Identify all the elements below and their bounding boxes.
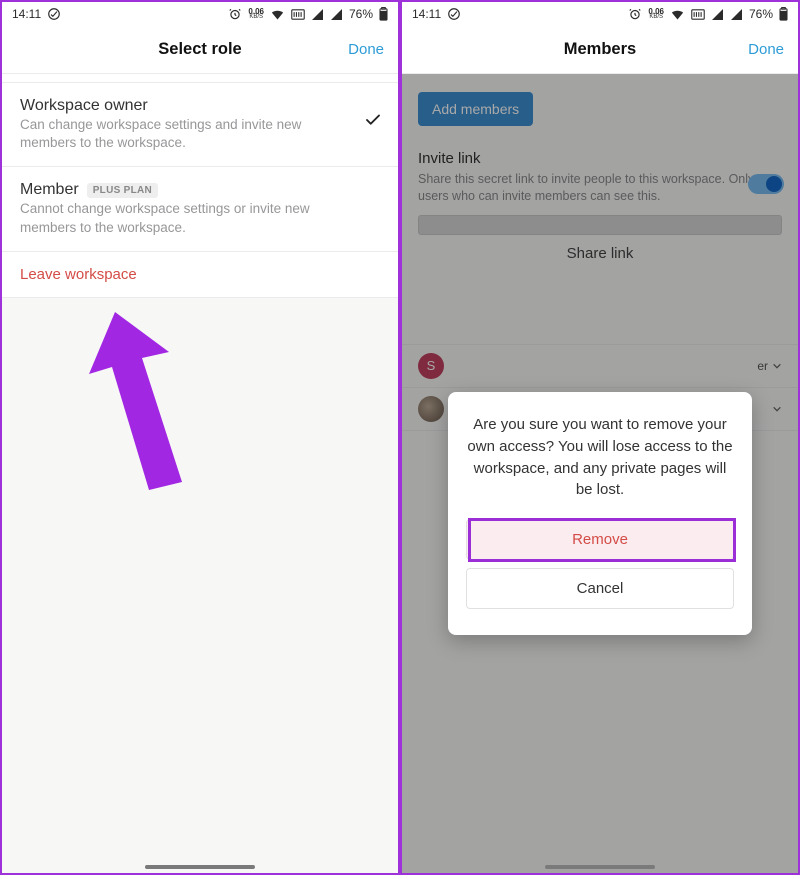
- plus-plan-badge: PLUS PLAN: [87, 183, 158, 198]
- wifi-icon: [670, 8, 685, 21]
- battery-text: 76%: [349, 7, 373, 21]
- battery-icon: [379, 7, 388, 21]
- signal-icon-1: [311, 9, 324, 20]
- status-bar: 14:11 0.06 KB/S: [402, 2, 798, 26]
- volte-icon: [691, 9, 705, 20]
- confirm-remove-dialog: Are you sure you want to remove your own…: [448, 392, 752, 635]
- alarm-icon: [228, 7, 242, 21]
- signal-icon-1: [711, 9, 724, 20]
- leave-workspace-button[interactable]: Leave workspace: [2, 252, 398, 298]
- page-title: Members: [564, 40, 636, 59]
- page-title: Select role: [158, 40, 241, 59]
- volte-icon: [291, 9, 305, 20]
- role-workspace-owner[interactable]: Workspace owner Can change workspace set…: [2, 82, 398, 167]
- network-speed: 0.06 KB/S: [648, 9, 664, 19]
- status-bar: 14:11 0.06 KB/S: [2, 2, 398, 26]
- header: Members Done: [402, 26, 798, 74]
- check-icon: [364, 111, 382, 134]
- cancel-button[interactable]: Cancel: [466, 568, 734, 609]
- role-description: Can change workspace settings and invite…: [20, 116, 382, 152]
- nav-handle[interactable]: [145, 865, 255, 869]
- battery-icon: [779, 7, 788, 21]
- dnd-icon: [447, 7, 461, 21]
- dnd-icon: [47, 7, 61, 21]
- battery-text: 76%: [749, 7, 773, 21]
- header: Select role Done: [2, 26, 398, 74]
- signal-icon-2: [730, 9, 743, 20]
- dialog-message: Are you sure you want to remove your own…: [466, 414, 734, 501]
- status-time: 14:11: [12, 7, 41, 21]
- role-member[interactable]: Member PLUS PLAN Cannot change workspace…: [2, 167, 398, 251]
- role-description: Cannot change workspace settings or invi…: [20, 200, 382, 236]
- phone-members: 14:11 0.06 KB/S: [400, 0, 800, 875]
- role-list: Workspace owner Can change workspace set…: [2, 74, 398, 873]
- phone-select-role: 14:11 0.06 KB/S: [0, 0, 400, 875]
- nav-handle[interactable]: [545, 865, 655, 869]
- remove-button[interactable]: Remove: [466, 519, 734, 560]
- done-button[interactable]: Done: [748, 41, 784, 58]
- role-title: Member: [20, 181, 79, 199]
- wifi-icon: [270, 8, 285, 21]
- role-title: Workspace owner: [20, 97, 148, 115]
- status-time: 14:11: [412, 7, 441, 21]
- signal-icon-2: [330, 9, 343, 20]
- done-button[interactable]: Done: [348, 41, 384, 58]
- network-speed: 0.06 KB/S: [248, 9, 264, 19]
- empty-area: [2, 298, 398, 873]
- alarm-icon: [628, 7, 642, 21]
